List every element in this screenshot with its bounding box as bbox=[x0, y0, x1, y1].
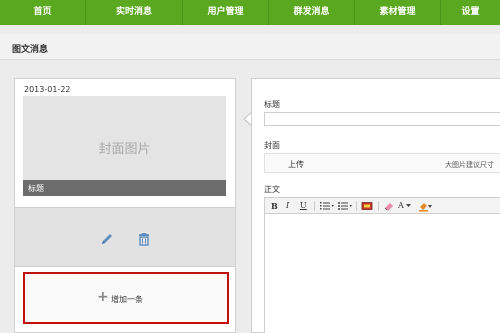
cover-image-placeholder[interactable]: 封面图片 标题 bbox=[23, 96, 226, 196]
cover-field-label: 封面 bbox=[264, 141, 280, 150]
eraser-button[interactable] bbox=[383, 200, 395, 212]
nav-item-mass-messages[interactable]: 群发消息 bbox=[269, 0, 355, 25]
underline-button[interactable]: U bbox=[300, 200, 307, 212]
section-header: 图文消息 bbox=[0, 34, 500, 60]
edit-icon bbox=[102, 234, 112, 244]
add-article-label: 增加一条 bbox=[111, 295, 143, 304]
ordered-list-button[interactable] bbox=[319, 200, 335, 212]
nav-item-settings[interactable]: 设置 bbox=[441, 0, 500, 25]
delete-icon bbox=[139, 233, 149, 246]
plus-icon: + bbox=[97, 289, 109, 305]
ordered-list-icon bbox=[320, 202, 334, 210]
unordered-list-icon bbox=[338, 202, 352, 210]
title-field-label: 标题 bbox=[264, 100, 280, 109]
background-color-button[interactable] bbox=[418, 200, 432, 212]
article-preview-card: 2013-01-22 封面图片 标题 + 增加一条 bbox=[14, 78, 236, 333]
cover-upload-row: 上传 大图片建议尺寸 bbox=[264, 153, 500, 173]
font-color-icon: A bbox=[398, 201, 404, 210]
unordered-list-button[interactable] bbox=[337, 200, 353, 212]
rich-text-toolbar: B I U A bbox=[264, 197, 500, 214]
cover-placeholder-text: 封面图片 bbox=[98, 142, 151, 157]
upload-button[interactable]: 上传 bbox=[288, 159, 304, 170]
toolbar-separator bbox=[378, 201, 379, 211]
nav-item-home[interactable]: 首页 bbox=[0, 0, 86, 25]
top-nav: 首页 实时消息 用户管理 群发消息 素材管理 设置 bbox=[0, 0, 500, 25]
body-editor-area[interactable] bbox=[264, 214, 500, 333]
toolbar-separator bbox=[314, 201, 315, 211]
upload-size-hint: 大图片建议尺寸 bbox=[445, 161, 494, 169]
article-editor: 标题 封面 上传 大图片建议尺寸 正文 B I U A bbox=[251, 78, 500, 333]
eraser-icon bbox=[384, 203, 393, 211]
preview-date: 2013-01-22 bbox=[24, 85, 71, 94]
image-icon bbox=[361, 202, 373, 210]
section-title: 图文消息 bbox=[12, 45, 49, 55]
body-field-label: 正文 bbox=[264, 185, 280, 194]
title-input[interactable] bbox=[264, 112, 500, 126]
delete-button[interactable] bbox=[137, 231, 151, 246]
nav-item-realtime-messages[interactable]: 实时消息 bbox=[86, 0, 183, 25]
add-article-button[interactable]: + 增加一条 bbox=[23, 272, 229, 324]
italic-button[interactable]: I bbox=[286, 200, 289, 212]
edit-button[interactable] bbox=[100, 231, 114, 245]
nav-item-user-management[interactable]: 用户管理 bbox=[183, 0, 269, 25]
background-color-icon bbox=[419, 203, 432, 212]
nav-item-material-management[interactable]: 素材管理 bbox=[355, 0, 441, 25]
insert-image-button[interactable] bbox=[361, 200, 373, 212]
cover-title-label: 标题 bbox=[28, 184, 44, 193]
toolbar-separator bbox=[356, 201, 357, 211]
font-color-button[interactable]: A bbox=[398, 200, 412, 212]
article-actions bbox=[15, 207, 235, 267]
cover-title-bar: 标题 bbox=[23, 180, 226, 196]
bold-button[interactable]: B bbox=[271, 200, 278, 212]
dropdown-arrow-icon bbox=[406, 204, 412, 207]
